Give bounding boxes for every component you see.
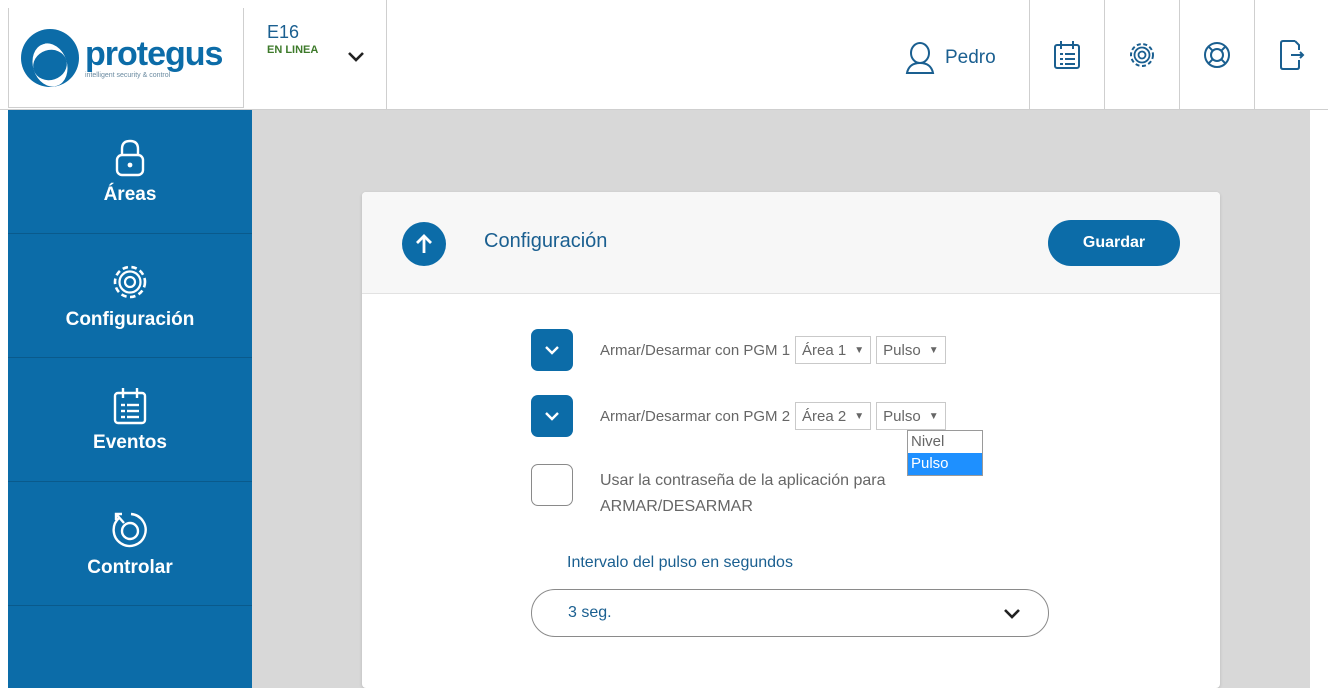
- logo-tagline: intelligent security & control: [85, 72, 171, 79]
- sidebar-item-areas[interactable]: Áreas: [8, 110, 252, 234]
- pgm2-checkbox[interactable]: [531, 395, 573, 437]
- pgm1-checkbox[interactable]: [531, 329, 573, 371]
- user-name: Pedro: [945, 47, 996, 68]
- pgm2-row: Armar/Desarmar con PGM 2 Área 2 ▼ Pulso ▼: [531, 395, 946, 437]
- gear-icon: [113, 265, 147, 298]
- calendar-list-icon: [1054, 41, 1080, 69]
- pgm1-mode-select[interactable]: Pulso ▼: [876, 336, 946, 364]
- device-name: E16: [267, 22, 300, 42]
- configuration-card: Configuración Guardar Armar/Desarmar con…: [362, 192, 1220, 688]
- user-icon: [905, 42, 935, 74]
- pgm1-label: Armar/Desarmar con PGM 1: [600, 341, 791, 359]
- lifebuoy-icon: [1204, 42, 1230, 68]
- app-password-checkbox[interactable]: [531, 464, 573, 506]
- chevron-down-icon: [348, 52, 364, 62]
- pulse-interval-select[interactable]: 3 seg.: [531, 589, 1049, 637]
- sidebar-item-label: Configuración: [65, 308, 195, 330]
- dial-icon: [112, 512, 147, 547]
- calendar-list-icon: [113, 387, 147, 424]
- sidebar-item-configuracion[interactable]: Configuración: [8, 234, 252, 358]
- logout-icon: [1279, 40, 1304, 70]
- chevron-down-icon: [545, 346, 559, 355]
- dropdown-arrow-icon: ▼: [928, 410, 939, 422]
- pgm2-label: Armar/Desarmar con PGM 2: [600, 407, 791, 425]
- lock-icon: [115, 139, 145, 176]
- device-selector[interactable]: E16 EN LINEA: [254, 0, 387, 110]
- gear-icon: [1130, 43, 1154, 67]
- logout-header-button[interactable]: [1254, 0, 1328, 110]
- dropdown-arrow-icon: ▼: [854, 410, 865, 422]
- pgm1-area-select[interactable]: Área 1 ▼: [795, 336, 872, 364]
- top-header: protegus intelligent security & control …: [0, 0, 1328, 110]
- sidebar-item-eventos[interactable]: Eventos: [8, 358, 252, 482]
- chevron-down-icon: [1004, 609, 1020, 619]
- logo-name: protegus: [85, 35, 223, 73]
- support-header-button[interactable]: [1179, 0, 1254, 110]
- sidebar-item-label: Controlar: [87, 556, 173, 578]
- save-button[interactable]: Guardar: [1048, 220, 1180, 266]
- pgm2-area-select[interactable]: Área 2 ▼: [795, 402, 872, 430]
- main-content: Configuración Guardar Armar/Desarmar con…: [252, 110, 1310, 688]
- pgm1-row: Armar/Desarmar con PGM 1 Área 1 ▼ Pulso ▼: [531, 329, 946, 371]
- settings-header-button[interactable]: [1104, 0, 1179, 110]
- pulse-interval-value: 3 seg.: [568, 604, 612, 621]
- sidebar: Áreas Configuración Eventos Controlar: [8, 110, 252, 688]
- user-menu[interactable]: Pedro: [905, 18, 996, 98]
- right-edge: [1310, 110, 1328, 688]
- dropdown-option-nivel[interactable]: Nivel: [908, 431, 982, 453]
- card-header: Configuración Guardar: [362, 192, 1220, 294]
- app-window: protegus intelligent security & control …: [0, 0, 1328, 688]
- sidebar-item-label: Eventos: [93, 431, 167, 453]
- sidebar-item-label: Áreas: [103, 183, 157, 205]
- events-header-button[interactable]: [1029, 0, 1104, 110]
- logo[interactable]: protegus intelligent security & control: [8, 8, 244, 108]
- pgm2-mode-select[interactable]: Pulso ▼: [876, 402, 946, 430]
- dropdown-arrow-icon: ▼: [928, 344, 939, 356]
- arrow-up-icon: [416, 234, 432, 253]
- app-password-label: Usar la contraseña de la aplicación para…: [600, 472, 886, 515]
- device-status: EN LINEA: [267, 44, 319, 56]
- sidebar-item-controlar[interactable]: Controlar: [8, 482, 252, 606]
- pulse-interval-label: Intervalo del pulso en segundos: [567, 554, 793, 571]
- collapse-button[interactable]: [402, 222, 446, 266]
- card-title: Configuración: [484, 230, 608, 252]
- protegus-logo-icon: [21, 28, 79, 87]
- dropdown-arrow-icon: ▼: [854, 344, 865, 356]
- chevron-down-icon: [545, 412, 559, 421]
